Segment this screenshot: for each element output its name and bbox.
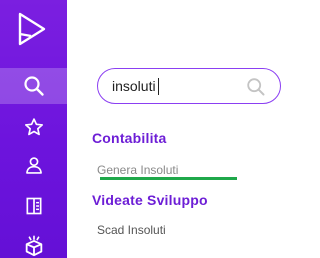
text-caret bbox=[158, 78, 159, 95]
search-box[interactable] bbox=[97, 68, 281, 104]
search-panel: Contabilita Genera Insoluti Videate Svil… bbox=[67, 0, 307, 258]
sidebar-item-user[interactable] bbox=[0, 147, 67, 183]
result-group-title: Videate Sviluppo bbox=[92, 192, 208, 208]
book-icon bbox=[26, 197, 41, 215]
result-item-genera-insoluti[interactable]: Genera Insoluti bbox=[97, 163, 178, 177]
sidebar-item-packages[interactable] bbox=[0, 228, 67, 258]
result-item-scad-insoluti[interactable]: Scad Insoluti bbox=[97, 223, 166, 237]
sidebar bbox=[0, 0, 67, 258]
user-icon bbox=[25, 157, 42, 174]
sidebar-item-search[interactable] bbox=[0, 68, 67, 104]
search-icon bbox=[23, 76, 44, 96]
brand-logo[interactable] bbox=[17, 12, 47, 46]
highlight-underline bbox=[100, 177, 237, 180]
result-group-title: Contabilita bbox=[92, 130, 167, 146]
app-window: Contabilita Genera Insoluti Videate Svil… bbox=[0, 0, 307, 258]
sidebar-item-library[interactable] bbox=[0, 188, 67, 224]
star-icon bbox=[24, 118, 43, 136]
search-icon[interactable] bbox=[246, 77, 266, 97]
search-input[interactable] bbox=[112, 76, 242, 96]
box-icon bbox=[25, 235, 42, 257]
sidebar-item-favorites[interactable] bbox=[0, 109, 67, 145]
